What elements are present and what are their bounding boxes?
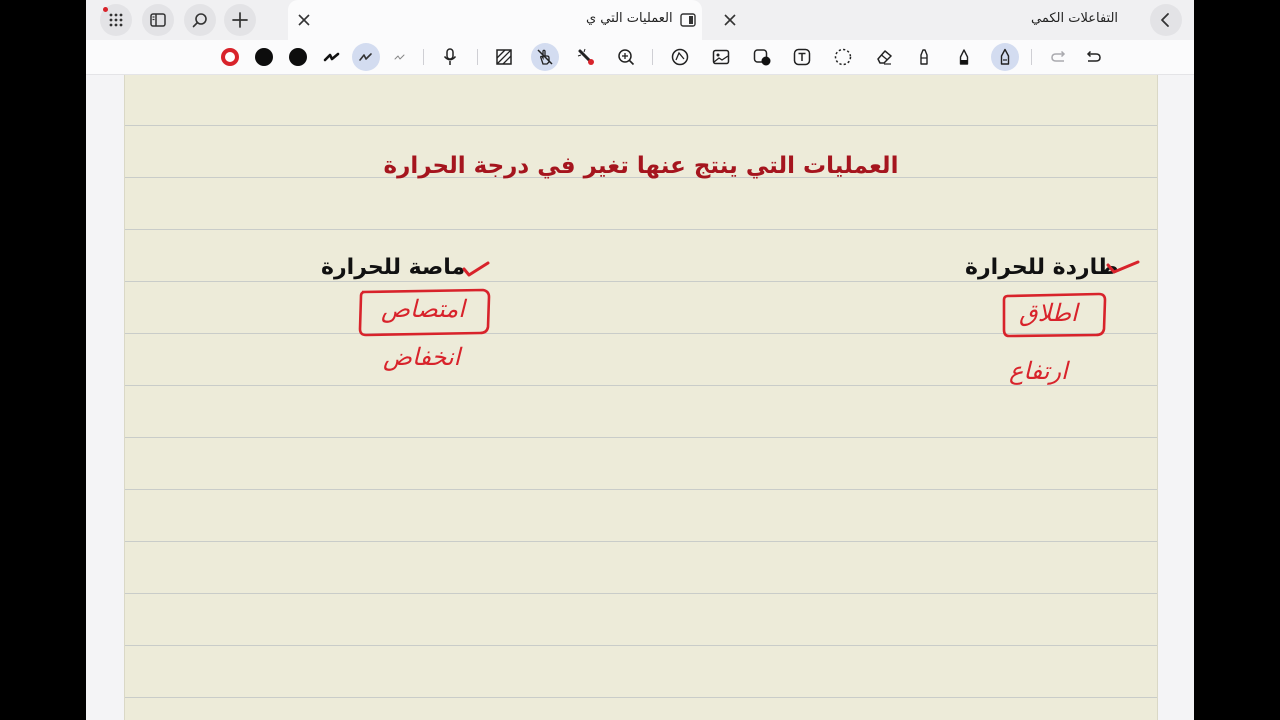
- search-icon: [192, 13, 207, 28]
- pattern-button[interactable]: [490, 43, 518, 71]
- close-icon: [724, 14, 736, 26]
- toolbar-divider: [652, 49, 653, 65]
- pen-color-red[interactable]: [216, 43, 244, 71]
- zoom-button[interactable]: [612, 43, 640, 71]
- shapes-button[interactable]: [666, 43, 694, 71]
- highlighter-button[interactable]: [910, 43, 938, 71]
- close-icon: [298, 14, 310, 26]
- notebook-icon: [680, 13, 696, 27]
- stroke-medium-button[interactable]: [352, 43, 380, 71]
- grid-dots-icon: [109, 13, 123, 27]
- pencil-button[interactable]: [950, 43, 978, 71]
- drawing-toolbar: [86, 40, 1194, 75]
- sidebar-icon: [150, 13, 166, 27]
- hand-touch-disabled-icon: [537, 49, 553, 65]
- pen-color-black-2[interactable]: [284, 43, 312, 71]
- toolbar-divider: [1031, 49, 1032, 65]
- sidebar-toggle-button[interactable]: [142, 4, 174, 36]
- stroke-thick-icon: [323, 52, 340, 62]
- touch-disabled-button[interactable]: [531, 43, 559, 71]
- handwritten-increase: ارتفاع: [1009, 357, 1068, 385]
- eraser-icon: [877, 50, 892, 65]
- sticker-icon: [753, 49, 771, 66]
- chevron-left-icon: [1161, 13, 1169, 27]
- undo-icon: [1051, 50, 1066, 62]
- red-color-swatch-icon: [221, 48, 239, 66]
- stroke-medium-icon: [359, 53, 372, 61]
- highlighter-icon: [920, 49, 928, 65]
- eraser-button[interactable]: [870, 43, 898, 71]
- plus-icon: [232, 12, 248, 28]
- pen-color-black[interactable]: [250, 43, 278, 71]
- tab-label: العمليات التي ي: [586, 11, 673, 26]
- image-icon: [712, 49, 730, 65]
- tab-bar: العمليات التي ي التفاعلات الكمي: [86, 0, 1194, 40]
- black-color-swatch-icon: [255, 48, 273, 66]
- microphone-icon: [443, 48, 457, 65]
- laser-pointer-button[interactable]: [572, 43, 600, 71]
- pencil-icon: [959, 49, 969, 65]
- checkmark-icon: [1106, 260, 1140, 274]
- notebook-canvas[interactable]: العمليات التي ينتج عنها تغير في درجة الح…: [86, 75, 1194, 720]
- tab-close-button[interactable]: [720, 10, 740, 30]
- pen-tool-icon: [1000, 48, 1010, 65]
- search-button[interactable]: [184, 4, 216, 36]
- toolbar-divider: [423, 49, 424, 65]
- tab-inactive[interactable]: التفاعلات الكمي: [713, 0, 1133, 40]
- lasso-icon: [834, 48, 852, 66]
- image-button[interactable]: [707, 43, 735, 71]
- tab-label: التفاعلات الكمي: [1031, 11, 1119, 26]
- stroke-thick-button[interactable]: [318, 43, 346, 71]
- toolbar-divider: [477, 49, 478, 65]
- handwritten-absorption: امتصاص: [381, 295, 465, 323]
- zoom-in-icon: [618, 49, 635, 66]
- right-heading: طاردة للحرارة: [965, 255, 1119, 280]
- lasso-button[interactable]: [829, 43, 857, 71]
- back-button[interactable]: [1150, 4, 1182, 36]
- checkmark-icon: [462, 261, 490, 277]
- notebook-page[interactable]: العمليات التي ينتج عنها تغير في درجة الح…: [124, 75, 1158, 720]
- undo-button[interactable]: [1045, 43, 1073, 71]
- text-button[interactable]: [788, 43, 816, 71]
- stroke-thin-icon: [394, 54, 405, 60]
- left-heading: ماصة للحرارة: [321, 255, 466, 280]
- new-tab-button[interactable]: [224, 4, 256, 36]
- laser-pointer-icon: [577, 48, 594, 65]
- stroke-thin-button[interactable]: [386, 43, 414, 71]
- tab-active[interactable]: العمليات التي ي: [288, 0, 702, 40]
- notification-dot: [103, 7, 108, 12]
- apps-grid-button[interactable]: [100, 4, 132, 36]
- microphone-button[interactable]: [436, 43, 464, 71]
- sticker-button[interactable]: [748, 43, 776, 71]
- handwritten-decrease: انخفاض: [383, 343, 461, 371]
- black-color-swatch-icon: [289, 48, 307, 66]
- app-window: العمليات التي ي التفاعلات الكمي العمليات…: [86, 0, 1194, 720]
- shape-icon: [671, 48, 689, 66]
- handwritten-release: اطلاق: [1019, 299, 1078, 327]
- redo-icon: [1086, 50, 1101, 62]
- page-title: العمليات التي ينتج عنها تغير في درجة الح…: [383, 153, 899, 179]
- text-icon: [793, 48, 811, 66]
- pattern-icon: [496, 49, 512, 65]
- tab-close-button[interactable]: [294, 10, 314, 30]
- pen-button[interactable]: [991, 43, 1019, 71]
- redo-button[interactable]: [1079, 43, 1107, 71]
